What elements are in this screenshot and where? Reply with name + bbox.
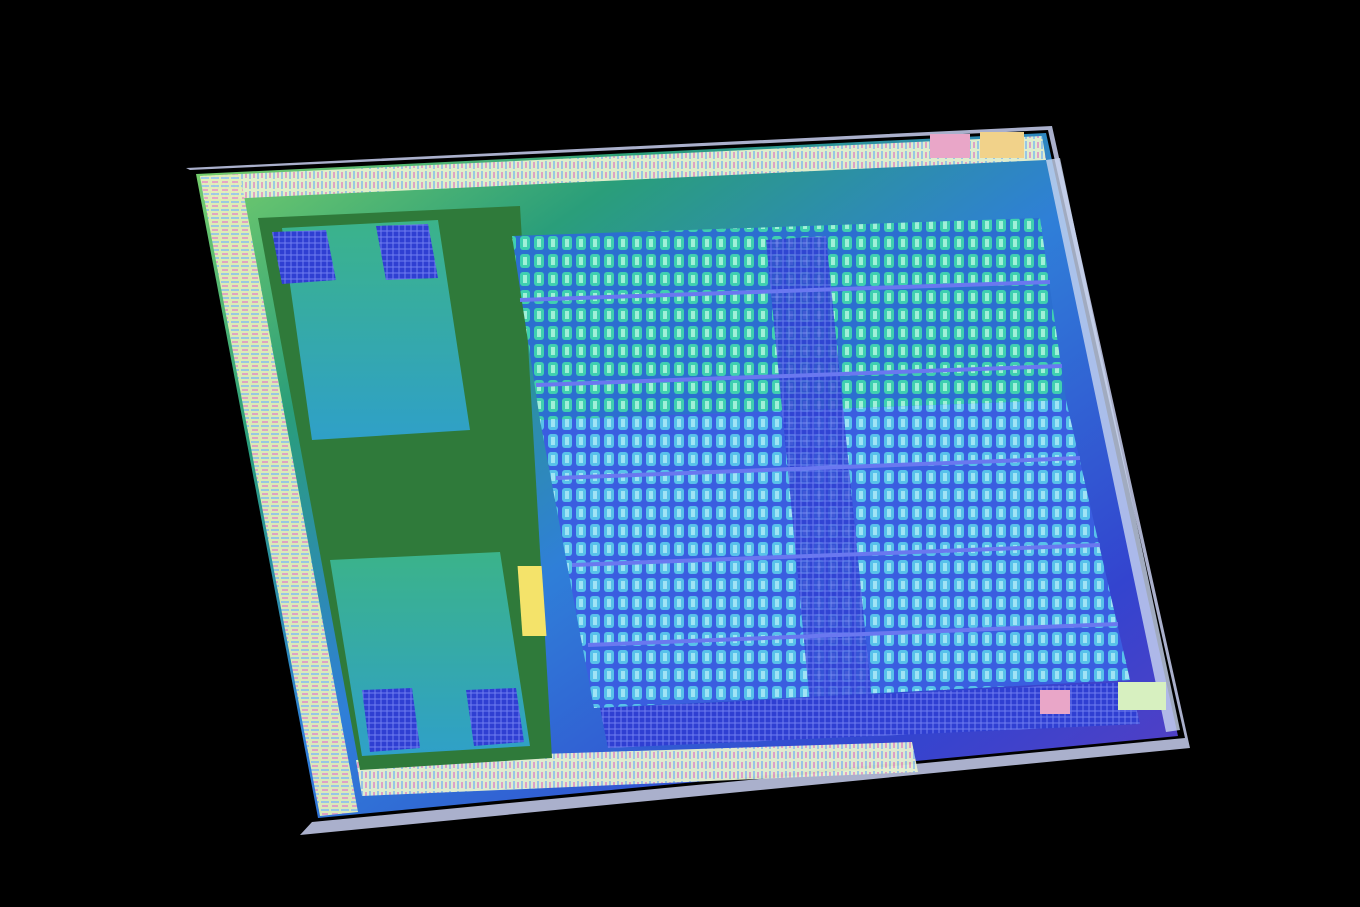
accent-block (517, 566, 547, 636)
corner-block (1040, 690, 1070, 714)
corner-block (980, 132, 1024, 158)
l2-cache-block (466, 688, 524, 746)
die-photo (186, 126, 1190, 835)
die (186, 126, 1190, 835)
l2-cache-block (272, 230, 336, 284)
die-photo-scene (0, 0, 1360, 907)
corner-block (930, 134, 970, 158)
corner-block (1118, 682, 1166, 710)
l2-cache-block (376, 224, 438, 280)
l2-cache-block (362, 688, 420, 752)
